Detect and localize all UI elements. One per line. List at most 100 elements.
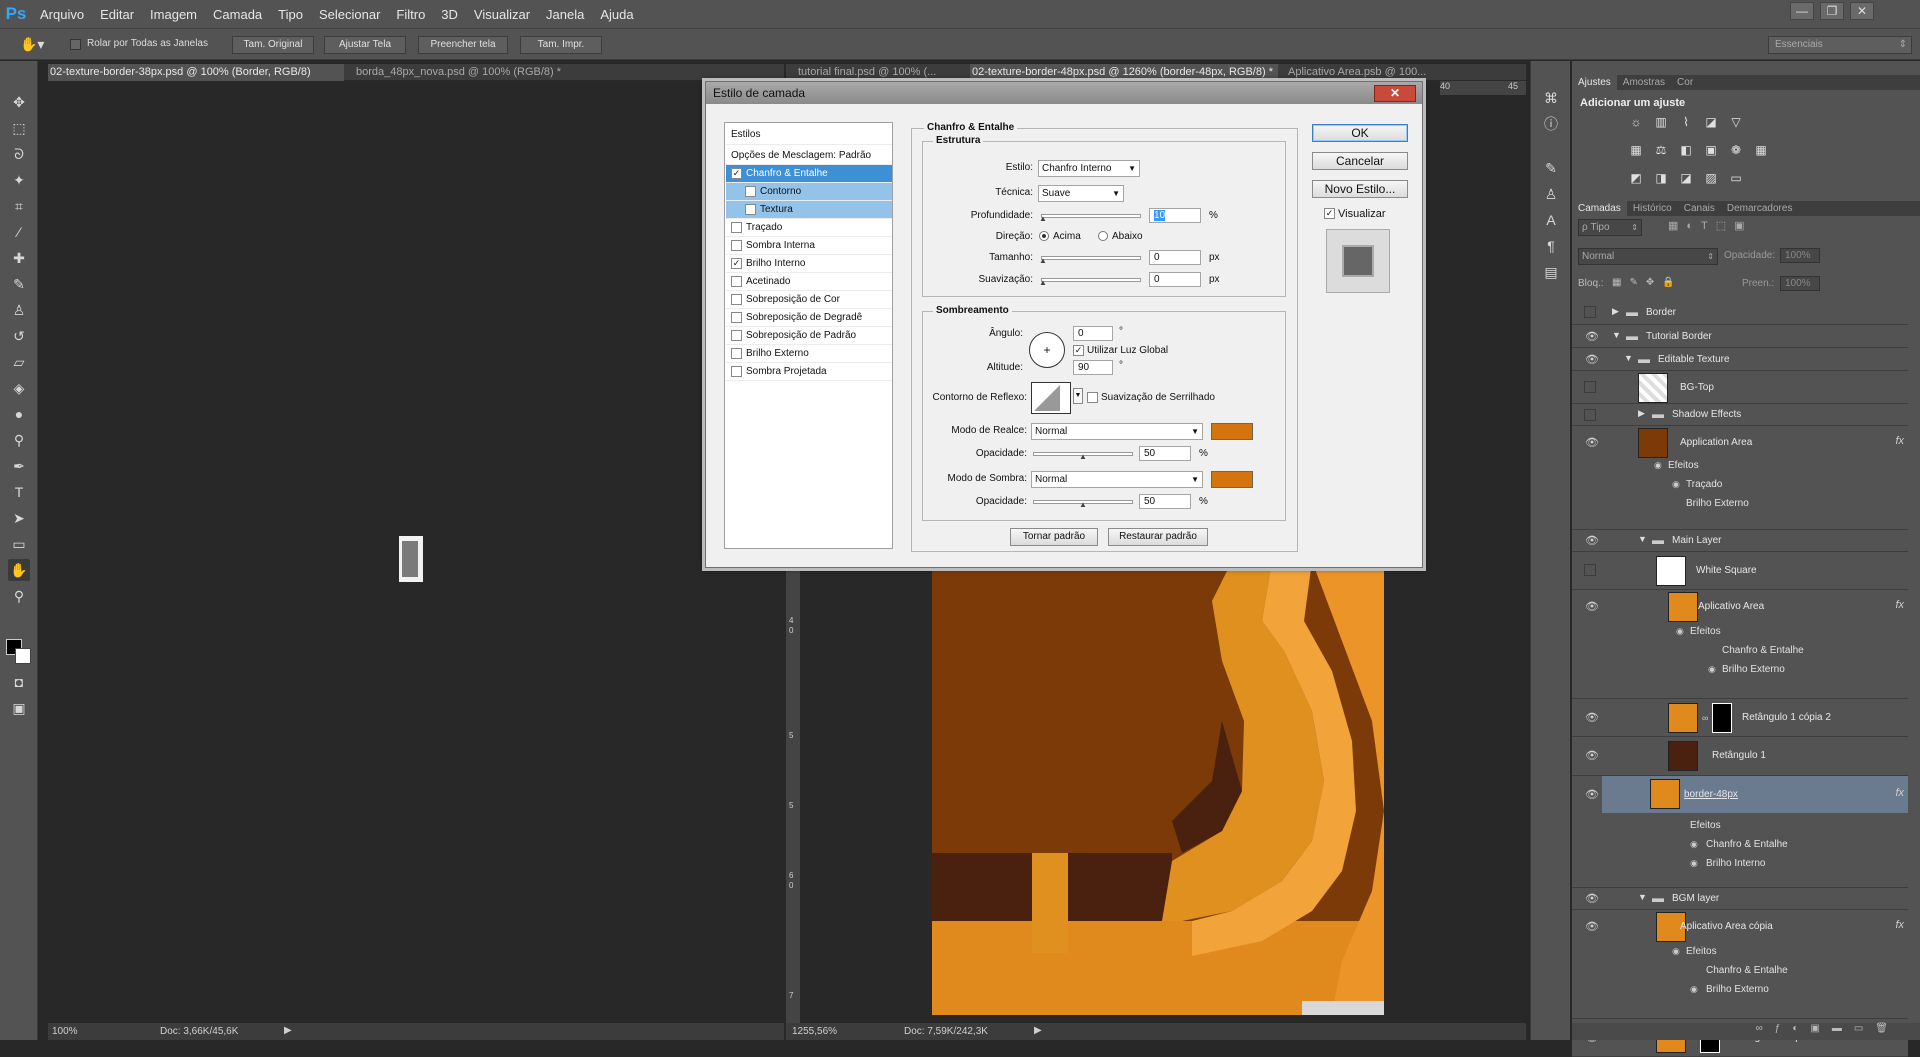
black-white-icon[interactable]: ◧ [1678, 143, 1694, 157]
layer-row-editable-texture[interactable]: 👁 ▼ ▬ Editable Texture [1572, 348, 1908, 371]
soften-slider[interactable] [1041, 278, 1141, 282]
dialog-title-bar[interactable]: Estilo de camada [706, 82, 1422, 104]
scroll-all-checkbox[interactable] [70, 39, 81, 50]
menu-janela[interactable]: Janela [538, 7, 592, 22]
style-gradient-overlay[interactable]: Sobreposição de Degradê [726, 309, 892, 327]
menu-selecionar[interactable]: Selecionar [311, 7, 388, 22]
right-status-arrow-icon[interactable]: ▶ [1034, 1025, 1042, 1036]
style-pattern-overlay[interactable]: Sobreposição de Padrão [726, 327, 892, 345]
hue-saturation-icon[interactable]: ▦ [1628, 143, 1644, 157]
direction-up-radio[interactable] [1039, 231, 1049, 241]
layer-row-white-square[interactable]: White Square [1572, 552, 1908, 590]
menu-3d[interactable]: 3D [433, 7, 466, 22]
layer-row-tutorial-border[interactable]: 👁 ▼ ▬ Tutorial Border [1572, 325, 1908, 348]
eye-icon[interactable]: ◉ [1676, 626, 1684, 637]
magic-wand-icon[interactable]: ✦ [8, 169, 30, 191]
style-checkbox[interactable]: ✓ [731, 168, 742, 179]
size-slider[interactable] [1041, 256, 1141, 260]
exposure-icon[interactable]: ◪ [1703, 115, 1719, 129]
layer-filter-select[interactable]: ρ Tipo ⇕ [1578, 219, 1642, 236]
size-slider-knob[interactable]: ▲ [1039, 257, 1047, 265]
path-select-icon[interactable]: ➤ [8, 507, 30, 529]
tab-tutorial-final[interactable]: tutorial final.psd @ 100% (... [796, 64, 946, 81]
eye-icon[interactable]: 👁 [1584, 436, 1600, 449]
clone-panel-icon[interactable]: ♙ [1540, 183, 1562, 205]
crop-tool-icon[interactable]: ⌗ [8, 195, 30, 217]
quick-mask-icon[interactable]: ◘ [8, 671, 30, 693]
style-checkbox[interactable] [731, 312, 742, 323]
expand-triangle-icon[interactable]: ▶ [1638, 408, 1645, 419]
eye-icon[interactable]: ◉ [1672, 946, 1680, 957]
shadow-mode-select[interactable]: Normal ▼ [1031, 471, 1203, 488]
workspace-select[interactable]: Essenciais ⇕ [1768, 36, 1912, 54]
healing-brush-icon[interactable]: ✚ [8, 247, 30, 269]
eye-icon[interactable]: ◉ [1654, 460, 1662, 471]
menu-imagem[interactable]: Imagem [142, 7, 205, 22]
left-status-arrow-icon[interactable]: ▶ [284, 1025, 292, 1036]
highlight-color-swatch[interactable] [1211, 423, 1253, 440]
brightness-icon[interactable]: ☼ [1628, 115, 1644, 129]
hand-tool-icon[interactable]: ✋ [8, 559, 30, 581]
blend-options-item[interactable]: Opções de Mesclagem: Padrão [726, 147, 892, 165]
screen-mode-icon[interactable]: ▣ [8, 697, 30, 719]
tab-demarcadores[interactable]: Demarcadores [1721, 201, 1799, 216]
print-size-button[interactable]: Tam. Impr. [520, 36, 602, 54]
hand-tool-preset-icon[interactable]: ✋▾ [20, 36, 50, 54]
tab-historico[interactable]: Histórico [1627, 201, 1678, 216]
blur-tool-icon[interactable]: ● [8, 403, 30, 425]
eye-icon[interactable]: ◉ [1690, 984, 1698, 995]
layer-row-application-area[interactable]: 👁 Application Area fx ◉ Efeitos ◉ Traçad… [1572, 426, 1908, 530]
selective-color-icon[interactable]: ▨ [1703, 171, 1719, 185]
highlight-opacity-knob[interactable]: ▲ [1079, 453, 1087, 461]
style-color-overlay[interactable]: Sobreposição de Cor [726, 291, 892, 309]
eye-icon[interactable]: 👁 [1584, 600, 1600, 613]
style-checkbox[interactable] [731, 222, 742, 233]
layer-name[interactable]: border-48px [1684, 789, 1738, 800]
lock-icons[interactable]: ▦✎✥🔒 [1612, 277, 1683, 288]
menu-editar[interactable]: Editar [92, 7, 142, 22]
style-drop-shadow[interactable]: Sombra Projetada [726, 363, 892, 381]
eye-icon[interactable]: 👁 [1584, 788, 1600, 801]
invert-icon[interactable]: ◩ [1628, 171, 1644, 185]
style-checkbox[interactable] [731, 366, 742, 377]
glyph-panel-icon[interactable]: ▤ [1540, 261, 1562, 283]
shadow-opacity-knob[interactable]: ▲ [1079, 501, 1087, 509]
layer-filter-icons[interactable]: ▦◐T⬚▣ [1668, 219, 1753, 232]
layer-row-aplicativo-area[interactable]: 👁 Aplicativo Area fx ◉ Efeitos Chanfro &… [1572, 590, 1908, 699]
eye-icon[interactable]: 👁 [1584, 711, 1600, 724]
shape-tool-icon[interactable]: ▭ [8, 533, 30, 555]
style-texture[interactable]: Textura [726, 201, 892, 219]
background-color-swatch[interactable] [15, 648, 31, 664]
brush-tool-icon[interactable]: ✎ [8, 273, 30, 295]
layers-footer-icons[interactable]: ∞ƒ◐▣▬▭🗑 [1572, 1023, 1920, 1040]
move-tool-icon[interactable]: ✥ [8, 91, 30, 113]
minimize-button[interactable]: — [1790, 2, 1814, 20]
actual-pixels-button[interactable]: Tam. Original [232, 36, 314, 54]
style-bevel-emboss[interactable]: ✓ Chanfro & Entalhe [726, 165, 892, 183]
fill-screen-button[interactable]: Preencher tela [418, 36, 508, 54]
vibrance-icon[interactable]: ▽ [1728, 115, 1744, 129]
dialog-close-button[interactable]: ✕ [1374, 85, 1416, 102]
collapse-triangle-icon[interactable]: ▼ [1612, 330, 1621, 340]
fit-screen-button[interactable]: Ajustar Tela [324, 36, 406, 54]
style-contour[interactable]: Contorno [726, 183, 892, 201]
levels-icon[interactable]: ▥ [1653, 115, 1669, 129]
fx-icon[interactable]: fx [1895, 599, 1904, 611]
eye-icon[interactable]: 👁 [1584, 330, 1600, 343]
style-satin[interactable]: Acetinado [726, 273, 892, 291]
history-brush-icon[interactable]: ↺ [8, 325, 30, 347]
tab-canais[interactable]: Canais [1678, 201, 1721, 216]
channel-mixer-icon[interactable]: ❁ [1728, 143, 1744, 157]
eye-icon[interactable]: ◉ [1690, 858, 1698, 869]
eye-icon[interactable]: 👁 [1584, 534, 1600, 547]
collapse-triangle-icon[interactable]: ▼ [1638, 892, 1647, 902]
layer-row-retangulo-copia-2[interactable]: 👁 ∞ Retângulo 1 cópia 2 [1572, 699, 1908, 737]
fill-field[interactable]: 100% [1780, 276, 1820, 291]
paint-bucket-icon[interactable]: ◈ [8, 377, 30, 399]
technique-select[interactable]: Suave ▼ [1038, 185, 1124, 202]
tab-amostras[interactable]: Amostras [1617, 75, 1671, 90]
visibility-toggle-off[interactable] [1584, 564, 1596, 576]
bevel-style-select[interactable]: Chanfro Interno ▼ [1038, 160, 1140, 177]
layer-mask-thumbnail[interactable] [1712, 703, 1732, 733]
fx-icon[interactable]: fx [1895, 787, 1904, 799]
